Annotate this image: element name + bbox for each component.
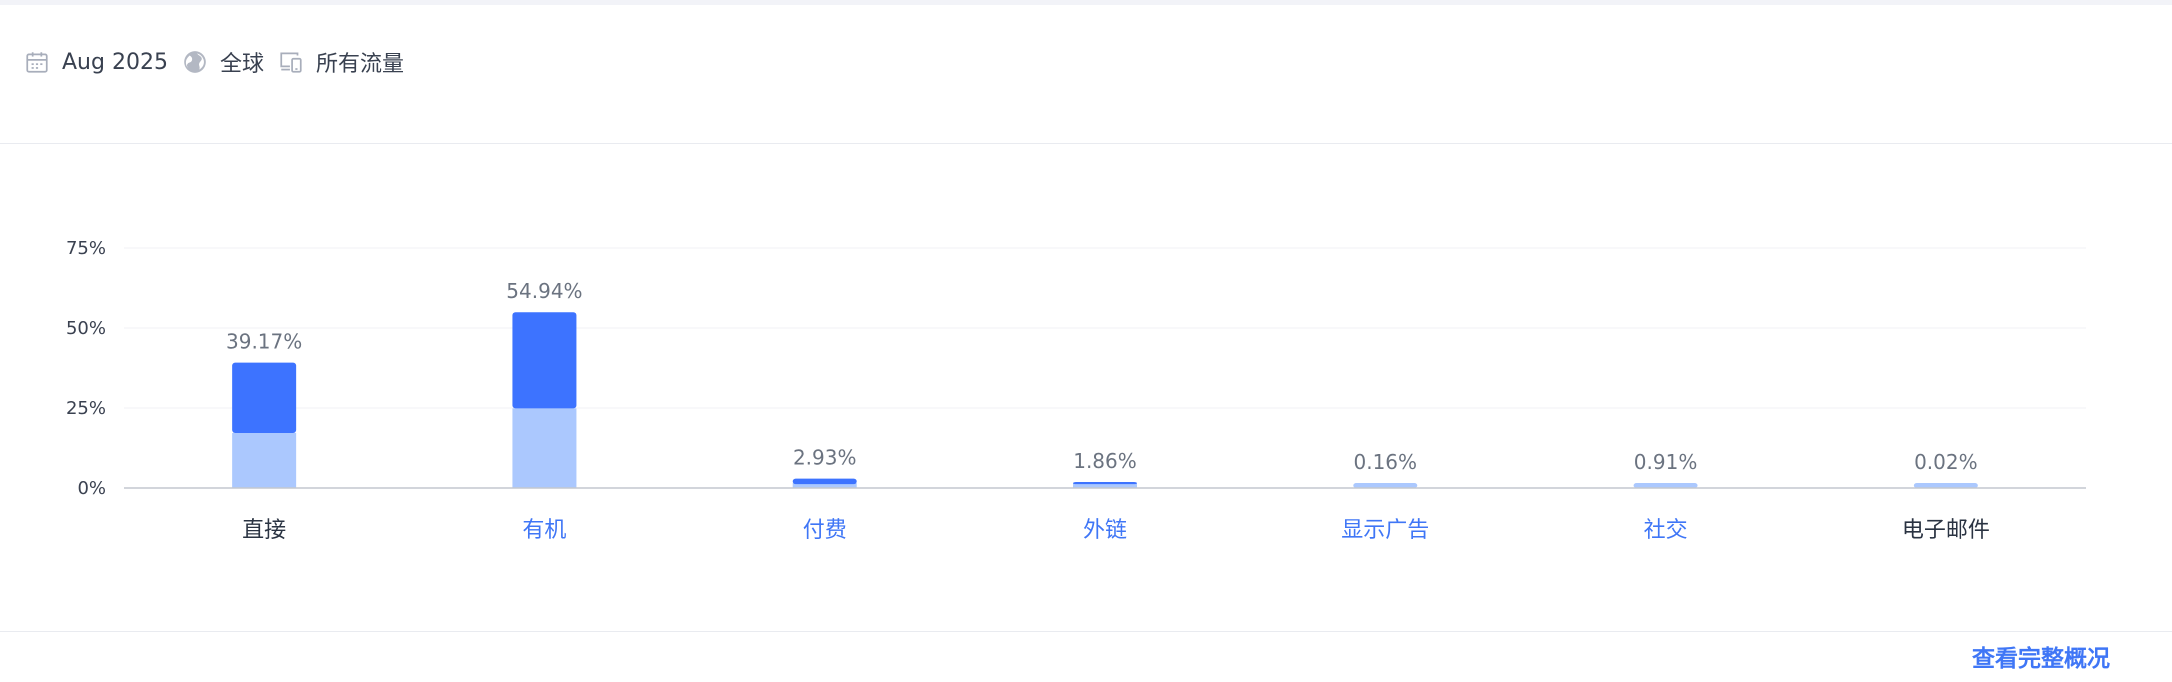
bar-segment xyxy=(232,362,297,433)
bar-value-label: 2.93% xyxy=(793,446,857,470)
bar-value-label: 0.16% xyxy=(1354,450,1418,474)
bar-segment xyxy=(232,432,297,488)
y-tick-label: 25% xyxy=(66,398,106,419)
x-category-label[interactable]: 显示广告 xyxy=(1341,518,1429,543)
bar-segment xyxy=(512,408,577,488)
bar-value-label: 0.02% xyxy=(1914,450,1978,474)
x-category-label[interactable]: 有机 xyxy=(522,518,566,543)
bar-value-label: 39.17% xyxy=(226,330,302,354)
x-category-label: 直接 xyxy=(242,518,286,543)
bar-value-label: 0.91% xyxy=(1634,450,1698,474)
y-tick-label: 0% xyxy=(77,478,106,499)
bar-segment xyxy=(1073,482,1137,485)
x-category-label[interactable]: 外链 xyxy=(1083,518,1127,543)
y-tick-label: 50% xyxy=(66,318,106,339)
bar-value-label: 54.94% xyxy=(506,279,582,303)
y-tick-label: 75% xyxy=(66,238,106,259)
bar-segment xyxy=(512,312,577,409)
traffic-sources-chart: 0% 25% 50% 75% 39.17% 直接 54.94% 有机 2.93% 付费 1.86% 外… xyxy=(66,238,2086,543)
view-full-overview-link[interactable]: 查看完整概况 xyxy=(1972,639,2110,673)
bar-segment xyxy=(792,478,857,485)
x-category-label[interactable]: 付费 xyxy=(803,518,847,543)
x-category-label: 电子邮件 xyxy=(1902,518,1990,543)
bar-value-label: 1.86% xyxy=(1073,449,1137,473)
x-category-label[interactable]: 社交 xyxy=(1644,518,1688,543)
footer-divider xyxy=(0,631,2172,632)
